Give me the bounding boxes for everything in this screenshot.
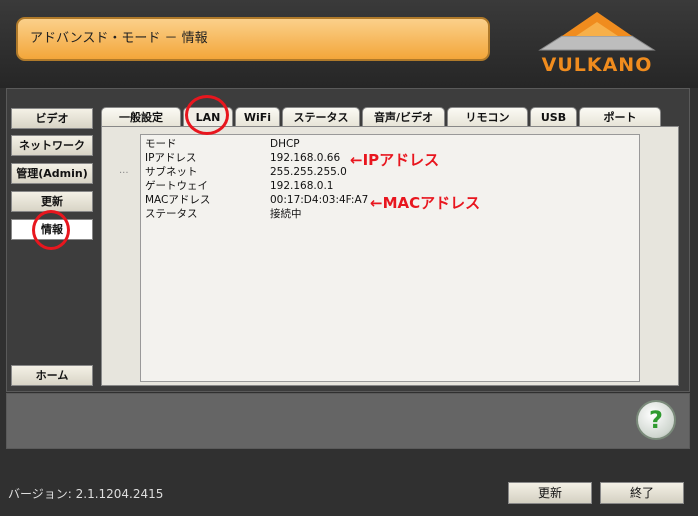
info-label: サブネット <box>145 166 198 178</box>
info-label: IPアドレス <box>145 152 197 164</box>
tab-usb[interactable]: USB <box>530 107 577 127</box>
exit-button[interactable]: 終了 <box>600 482 684 504</box>
info-label: ゲートウェイ <box>145 180 208 192</box>
info-label: モード <box>145 138 177 150</box>
info-label: ステータス <box>145 208 198 220</box>
tab-remote[interactable]: リモコン <box>447 107 528 127</box>
logo-text: VULKANO <box>541 54 653 76</box>
version-label: バージョン: 2.1.1204.2415 <box>8 487 164 501</box>
update-button[interactable]: 更新 <box>508 482 592 504</box>
info-panel <box>140 134 640 382</box>
info-item-highlight-circle <box>32 210 70 250</box>
sidebar-item-video[interactable]: ビデオ <box>11 108 93 129</box>
info-value: 192.168.0.66 <box>270 152 341 164</box>
mac-address-annotation: ←MACアドレス <box>370 194 481 212</box>
tab-audio-video[interactable]: 音声/ビデオ <box>362 107 445 127</box>
info-value: DHCP <box>270 138 300 150</box>
tab-port[interactable]: ポート <box>579 107 661 127</box>
sidebar-item-home[interactable]: ホーム <box>11 365 93 386</box>
tab-status[interactable]: ステータス <box>282 107 360 127</box>
lower-panel <box>6 393 690 449</box>
page-title: アドバンスド・モード － 情報 <box>16 17 490 61</box>
ip-address-annotation: ←IPアドレス <box>350 151 440 169</box>
sidebar-item-network[interactable]: ネットワーク <box>11 135 93 156</box>
info-value: 接続中 <box>270 208 302 220</box>
help-button[interactable]: ? <box>636 400 676 440</box>
logo-mountain-icon <box>538 12 656 51</box>
info-label: MACアドレス <box>145 194 211 206</box>
vulkano-logo: VULKANO <box>528 10 666 76</box>
lan-tab-highlight-circle <box>185 95 229 135</box>
sidebar-item-admin[interactable]: 管理(Admin) <box>11 163 93 184</box>
tab-general[interactable]: 一般設定 <box>101 107 181 127</box>
info-value: 255.255.255.0 <box>270 166 347 178</box>
ellipsis-text: ... <box>119 165 129 176</box>
tab-wifi[interactable]: WiFi <box>235 107 280 127</box>
sidebar-item-update[interactable]: 更新 <box>11 191 93 212</box>
info-value: 00:17:D4:03:4F:A7 <box>270 194 369 206</box>
info-value: 192.168.0.1 <box>270 180 334 192</box>
